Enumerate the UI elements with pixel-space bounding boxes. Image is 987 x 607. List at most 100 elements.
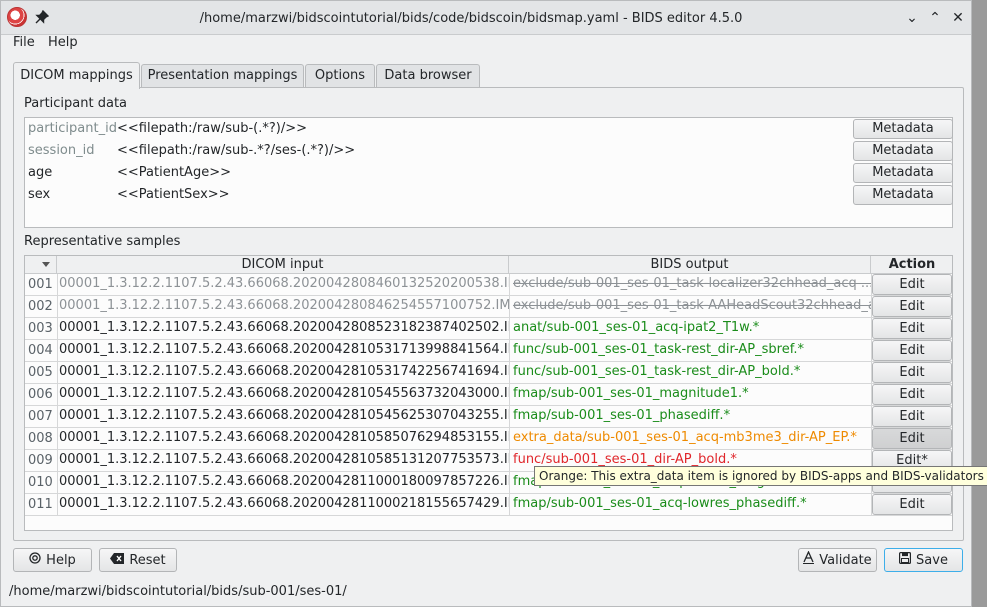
index-column-header[interactable]: [25, 256, 57, 274]
bids-output-cell[interactable]: anat/sub-001_ses-01_acq-ipat2_T1w.*: [509, 318, 871, 339]
dicom-input-cell[interactable]: 00001_1.3.12.2.1107.5.2.43.66068.2020042…: [57, 340, 509, 361]
row-index: 004: [28, 343, 53, 358]
bids-output-cell[interactable]: fmap/sub-001_ses-01_acq-lowres_phasediff…: [509, 494, 871, 515]
participant-value[interactable]: <<filepath:/raw/sub-(.*?)/>>: [117, 121, 307, 136]
bids-editor-window: /home/marzwi/bidscointutorial/bids/code/…: [0, 0, 987, 607]
bids-output-cell[interactable]: exclude/sub-001_ses-01_task-localizer32c…: [509, 274, 871, 295]
sort-descending-icon: [42, 262, 50, 267]
edit-button[interactable]: Edit: [872, 274, 952, 295]
tab-presentation-mappings[interactable]: Presentation mappings: [141, 64, 304, 88]
participant-row: sex <<PatientSex>> Metadata: [25, 184, 953, 206]
row-index: 006: [28, 387, 53, 402]
tab-dicom-mappings[interactable]: DICOM mappings: [13, 62, 140, 89]
participant-key: participant_id: [28, 121, 117, 136]
action-cell: Edit: [871, 406, 953, 427]
action-cell: Edit: [871, 296, 953, 317]
tab-options[interactable]: Options: [305, 64, 375, 88]
row-index: 002: [28, 299, 53, 314]
action-cell: Edit: [871, 362, 953, 383]
table-row[interactable]: 001 00001_1.3.12.2.1107.5.2.43.66068.202…: [25, 274, 952, 296]
participant-data-heading: Participant data: [24, 96, 128, 111]
edit-button[interactable]: Edit: [872, 494, 952, 515]
maximize-icon[interactable]: ⌃: [926, 9, 944, 27]
table-row[interactable]: 011 00001_1.3.12.2.1107.5.2.43.66068.202…: [25, 494, 952, 516]
row-index: 007: [28, 409, 53, 424]
bids-output-cell[interactable]: exclude/sub-001_ses-01_task-AAHeadScout3…: [509, 296, 871, 317]
table-row[interactable]: 005 00001_1.3.12.2.1107.5.2.43.66068.202…: [25, 362, 952, 384]
participant-key: age: [28, 165, 53, 180]
row-index: 003: [28, 321, 53, 336]
table-header: DICOM input BIDS output Action: [25, 256, 952, 274]
dicom-input-cell[interactable]: 00001_1.3.12.2.1107.5.2.43.66068.2020042…: [57, 428, 509, 449]
metadata-button[interactable]: Metadata: [853, 119, 953, 139]
dicom-input-cell[interactable]: 00001_1.3.12.2.1107.5.2.43.66068.2020042…: [57, 384, 509, 405]
edit-button[interactable]: Edit: [872, 340, 952, 361]
action-cell: Edit: [871, 318, 953, 339]
dicom-input-cell[interactable]: 00001_1.3.12.2.1107.5.2.43.66068.2020042…: [57, 494, 509, 515]
action-cell: Edit: [871, 384, 953, 405]
participant-value[interactable]: <<PatientSex>>: [117, 187, 230, 202]
row-index: 005: [28, 365, 53, 380]
action-column-header[interactable]: Action: [871, 256, 953, 274]
dicom-input-cell[interactable]: 00001_1.3.12.2.1107.5.2.43.66068.2020042…: [57, 318, 509, 339]
bids-output-cell[interactable]: func/sub-001_ses-01_task-rest_dir-AP_sbr…: [509, 340, 871, 361]
participant-row: participant_id <<filepath:/raw/sub-(.*?)…: [25, 118, 953, 140]
bids-output-cell[interactable]: func/sub-001_ses-01_task-rest_dir-AP_bol…: [509, 362, 871, 383]
clear-icon: [110, 549, 125, 571]
participant-row: age <<PatientAge>> Metadata: [25, 162, 953, 184]
close-icon[interactable]: ✕: [949, 9, 967, 27]
validate-button-label: Validate: [819, 553, 872, 568]
table-row[interactable]: 003 00001_1.3.12.2.1107.5.2.43.66068.202…: [25, 318, 952, 340]
edit-button[interactable]: Edit: [872, 428, 952, 449]
minimize-icon[interactable]: ⌄: [903, 9, 921, 27]
participant-key: session_id: [28, 143, 95, 158]
table-row[interactable]: 004 00001_1.3.12.2.1107.5.2.43.66068.202…: [25, 340, 952, 362]
metadata-button[interactable]: Metadata: [853, 163, 953, 183]
save-button[interactable]: Save: [884, 548, 963, 572]
table-row[interactable]: 008 00001_1.3.12.2.1107.5.2.43.66068.202…: [25, 428, 952, 450]
bids-output-cell[interactable]: extra_data/sub-001_ses-01_acq-mb3me3_dir…: [509, 428, 871, 449]
pin-icon[interactable]: [35, 9, 50, 24]
participant-key: sex: [28, 187, 51, 202]
action-cell: Edit: [871, 428, 953, 449]
validate-icon: [803, 549, 815, 571]
dicom-input-cell[interactable]: 00001_1.3.12.2.1107.5.2.43.66068.2020042…: [57, 362, 509, 383]
help-button-label: Help: [46, 553, 76, 568]
dicom-input-cell[interactable]: 00001_1.3.12.2.1107.5.2.43.66068.2020042…: [57, 472, 509, 493]
row-index: 009: [28, 453, 53, 468]
dicom-input-column-header[interactable]: DICOM input: [57, 256, 509, 274]
edit-button[interactable]: Edit: [872, 406, 952, 427]
table-row[interactable]: 007 00001_1.3.12.2.1107.5.2.43.66068.202…: [25, 406, 952, 428]
edit-button[interactable]: Edit: [872, 296, 952, 317]
row-index: 010: [28, 475, 53, 490]
reset-button[interactable]: Reset: [99, 548, 177, 572]
dicom-input-cell[interactable]: 00001_1.3.12.2.1107.5.2.43.66068.2020042…: [57, 406, 509, 427]
save-button-label: Save: [916, 553, 948, 568]
samples-table: DICOM input BIDS output Action 001 00001…: [24, 255, 953, 531]
bids-output-cell[interactable]: fmap/sub-001_ses-01_phasediff.*: [509, 406, 871, 427]
help-button[interactable]: Help: [13, 548, 92, 572]
participant-value[interactable]: <<PatientAge>>: [117, 165, 231, 180]
tab-data-browser[interactable]: Data browser: [376, 64, 480, 88]
dicom-input-cell[interactable]: 00001_1.3.12.2.1107.5.2.43.66068.2020042…: [57, 450, 509, 471]
menu-help[interactable]: Help: [48, 35, 78, 55]
table-row[interactable]: 006 00001_1.3.12.2.1107.5.2.43.66068.202…: [25, 384, 952, 406]
status-bar: /home/marzwi/bidscointutorial/bids/sub-0…: [9, 584, 347, 599]
menu-file[interactable]: File: [13, 35, 35, 55]
edit-button[interactable]: Edit: [872, 362, 952, 383]
dicom-input-cell[interactable]: 00001_1.3.12.2.1107.5.2.43.66068.2020042…: [57, 296, 509, 317]
action-cell: Edit: [871, 494, 953, 515]
metadata-button[interactable]: Metadata: [853, 141, 953, 161]
bids-output-cell[interactable]: fmap/sub-001_ses-01_magnitude1.*: [509, 384, 871, 405]
participant-value[interactable]: <<filepath:/raw/sub-.*?/ses-(.*?)/>>: [117, 143, 355, 158]
edit-button[interactable]: Edit: [872, 384, 952, 405]
edit-button[interactable]: Edit: [872, 318, 952, 339]
action-cell: Edit: [871, 340, 953, 361]
save-icon: [899, 549, 912, 571]
validate-button[interactable]: Validate: [798, 548, 877, 572]
dicom-input-cell[interactable]: 00001_1.3.12.2.1107.5.2.43.66068.2020042…: [57, 274, 509, 295]
metadata-button[interactable]: Metadata: [853, 185, 953, 205]
bids-output-column-header[interactable]: BIDS output: [509, 256, 871, 274]
table-row[interactable]: 002 00001_1.3.12.2.1107.5.2.43.66068.202…: [25, 296, 952, 318]
lifebuoy-icon: [29, 549, 41, 571]
